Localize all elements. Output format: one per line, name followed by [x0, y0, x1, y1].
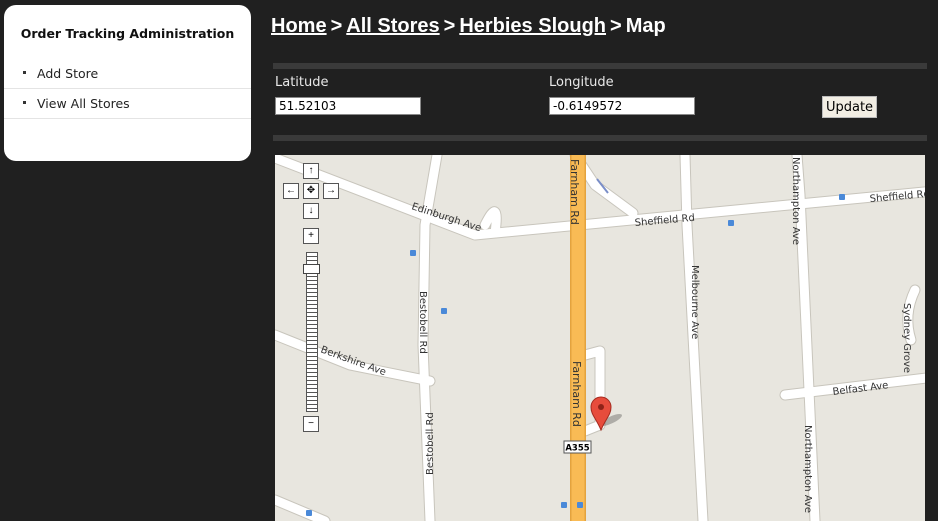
sidebar-nav: Add Store View All Stores — [4, 59, 251, 119]
bus-stop-icon — [577, 502, 583, 508]
longitude-label: Longitude — [549, 75, 614, 90]
bus-stop-icon — [306, 510, 312, 516]
bus-stop-icon — [410, 250, 416, 256]
breadcrumb: Home > All Stores > Herbies Slough > Map — [271, 15, 666, 38]
road-shield-label: A355 — [565, 444, 589, 454]
longitude-input[interactable] — [549, 97, 695, 115]
bullet-icon — [23, 71, 26, 74]
pan-down-button[interactable]: ↓ — [303, 203, 319, 219]
zoom-slider-thumb[interactable] — [303, 264, 320, 274]
sidebar-item-label: View All Stores — [37, 96, 130, 111]
street-label-sydney: Sydney Grove — [901, 303, 912, 373]
breadcrumb-separator: > — [330, 15, 343, 37]
breadcrumb-store-link[interactable]: Herbies Slough — [459, 15, 606, 37]
bullet-icon — [23, 101, 26, 104]
bus-stop-icon — [839, 194, 845, 200]
pan-up-button[interactable]: ↑ — [303, 163, 319, 179]
street-label-northampton-top: Northampton Ave — [790, 157, 801, 245]
road-casings — [275, 155, 925, 521]
breadcrumb-separator: > — [610, 15, 622, 37]
bus-stop-icon — [441, 308, 447, 314]
sidebar-title: Order Tracking Administration — [20, 26, 235, 41]
pan-left-button[interactable]: ← — [283, 183, 299, 199]
zoom-slider[interactable] — [306, 252, 318, 412]
sidebar: Order Tracking Administration Add Store … — [4, 5, 251, 161]
breadcrumb-separator: > — [443, 15, 456, 37]
update-button[interactable]: Update — [822, 96, 877, 118]
breadcrumb-home-link[interactable]: Home — [271, 15, 327, 37]
breadcrumb-all-stores-link[interactable]: All Stores — [346, 15, 439, 37]
street-label-northampton-bottom: Northampton Ave — [802, 425, 813, 513]
sidebar-item-label: Add Store — [37, 66, 99, 81]
bus-stop-icon — [561, 502, 567, 508]
street-label-bestobell-top: Bestobell Rd — [417, 291, 428, 354]
roads — [275, 155, 925, 521]
bus-stop-icon — [728, 220, 734, 226]
street-label-farnham-mid: Farnham Rd — [570, 361, 583, 427]
pan-right-button[interactable]: → — [323, 183, 339, 199]
latitude-label: Latitude — [275, 75, 329, 90]
sidebar-item-add-store[interactable]: Add Store — [4, 59, 251, 89]
breadcrumb-current: Map — [625, 15, 666, 37]
street-label-bestobell-bottom: Bestobell Rd — [425, 412, 436, 475]
zoom-in-button[interactable]: + — [303, 228, 319, 244]
map-view[interactable]: Edinburgh Ave Sheffield Rd Sheffield Rd … — [275, 155, 925, 521]
zoom-out-button[interactable]: − — [303, 416, 319, 432]
divider — [273, 135, 927, 141]
road-shield-a355: A355 — [563, 440, 592, 454]
street-label-melbourne: Melbourne Ave — [689, 265, 700, 339]
latitude-input[interactable] — [275, 97, 421, 115]
sidebar-item-view-all-stores[interactable]: View All Stores — [4, 89, 251, 119]
street-label-farnham-top: Farnham Rd — [568, 159, 581, 225]
map-canvas[interactable]: Edinburgh Ave Sheffield Rd Sheffield Rd … — [275, 155, 925, 521]
divider — [273, 63, 927, 69]
pan-center-button[interactable]: ✥ — [303, 183, 319, 199]
